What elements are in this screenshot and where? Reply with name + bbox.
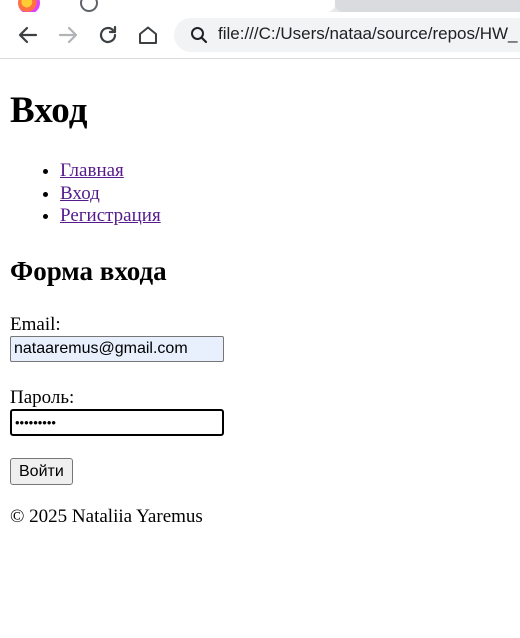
address-bar[interactable]: file:///C:/Users/nataa/source/repos/HW_	[174, 18, 520, 52]
url-text[interactable]: file:///C:/Users/nataa/source/repos/HW_	[218, 24, 518, 44]
reload-button[interactable]	[96, 23, 120, 47]
tab-strip	[0, 0, 520, 14]
back-button[interactable]	[16, 23, 40, 47]
arrow-right-icon	[58, 26, 78, 44]
nav-menu: Главная Вход Регистрация	[10, 160, 161, 228]
browser-toolbar: file:///C:/Users/nataa/source/repos/HW_	[0, 12, 520, 59]
email-field[interactable]	[10, 336, 224, 362]
nav-link-login[interactable]: Вход	[60, 183, 100, 204]
forward-button[interactable]	[56, 23, 80, 47]
active-tab[interactable]	[0, 0, 335, 14]
reload-icon	[99, 25, 117, 44]
form-heading: Форма входа	[10, 256, 167, 286]
nav-link-home[interactable]: Главная	[60, 160, 124, 181]
home-button[interactable]	[136, 23, 160, 47]
nav-item-login: Вход	[60, 183, 161, 206]
login-button[interactable]: Войти	[10, 458, 73, 485]
email-label: Email:	[10, 314, 61, 335]
loading-spinner-icon	[80, 0, 98, 12]
page-title: Вход	[10, 90, 88, 131]
arrow-left-icon	[18, 26, 38, 44]
nav-item-home: Главная	[60, 160, 161, 183]
home-icon	[139, 26, 157, 44]
password-field[interactable]	[10, 409, 224, 436]
password-label: Пароль:	[10, 387, 75, 408]
nav-link-register[interactable]: Регистрация	[60, 205, 161, 226]
inactive-tab[interactable]	[335, 0, 520, 12]
footer-text: © 2025 Nataliia Yaremus	[10, 506, 203, 527]
search-icon	[191, 27, 208, 44]
nav-item-register: Регистрация	[60, 205, 161, 228]
